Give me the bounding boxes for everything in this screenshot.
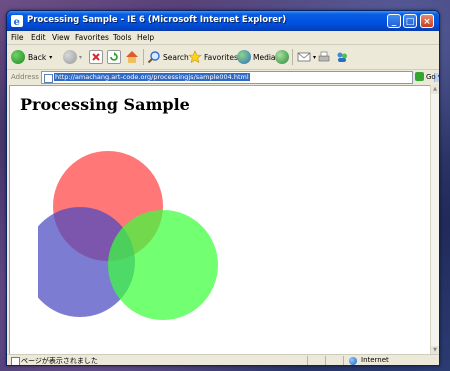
back-arrow-icon	[11, 50, 25, 64]
ie-icon: e	[11, 15, 23, 27]
vertical-scrollbar[interactable]: ▲ ▼	[430, 85, 439, 355]
title-bar[interactable]: e Processing Sample - IE 6 (Microsoft In…	[7, 11, 439, 31]
status-page-icon	[11, 357, 20, 365]
media-button[interactable]: Media	[237, 48, 276, 66]
menu-help[interactable]: Help	[137, 33, 154, 42]
menu-bar: File Edit View Favorites Tools Help	[7, 31, 439, 64]
star-icon	[188, 50, 202, 64]
favorites-button[interactable]: Favorites	[188, 48, 238, 66]
address-url[interactable]: http://amachang.art-code.org/processingj…	[54, 73, 250, 81]
go-button[interactable]: Go	[415, 72, 436, 81]
status-divider	[343, 356, 344, 365]
standard-toolbar: Back ▾ ▾ Search Favorites Media ▾	[7, 45, 439, 70]
back-button[interactable]: Back ▾	[11, 48, 52, 66]
browser-window: e Processing Sample - IE 6 (Microsoft In…	[6, 10, 440, 366]
forward-dropdown-icon[interactable]: ▾	[79, 54, 82, 61]
maximize-button[interactable]: □	[403, 14, 417, 28]
svg-text:e: e	[14, 17, 20, 27]
search-label: Search	[163, 52, 189, 62]
menu-edit[interactable]: Edit	[31, 33, 46, 42]
search-icon	[147, 51, 160, 64]
home-button[interactable]	[125, 48, 139, 66]
media-label: Media	[253, 52, 276, 62]
window-title: Processing Sample - IE 6 (Microsoft Inte…	[27, 15, 287, 25]
mail-button[interactable]: ▾	[297, 48, 316, 66]
close-button[interactable]: ×	[420, 14, 434, 28]
toolbar-separator	[292, 49, 293, 65]
forward-button[interactable]: ▾	[63, 48, 82, 66]
toolbar-separator	[143, 49, 144, 65]
refresh-button[interactable]	[107, 48, 121, 66]
status-divider	[325, 356, 326, 365]
printer-icon	[318, 51, 330, 62]
messenger-icon	[337, 52, 347, 62]
menu-view[interactable]: View	[52, 33, 70, 42]
home-icon	[126, 51, 138, 63]
zone-text: Internet	[361, 356, 389, 364]
history-button[interactable]	[275, 48, 289, 66]
address-bar: Address http://amachang.art-code.org/pro…	[7, 70, 439, 84]
address-label: Address	[11, 73, 39, 81]
forward-arrow-icon	[63, 50, 77, 64]
back-dropdown-icon[interactable]: ▾	[49, 54, 52, 61]
media-globe-icon	[237, 50, 251, 64]
stop-icon	[89, 50, 103, 64]
back-label: Back	[28, 52, 47, 62]
mail-dropdown-icon[interactable]: ▾	[313, 54, 316, 61]
page-content: Processing Sample	[9, 85, 431, 355]
search-button[interactable]: Search	[147, 48, 189, 66]
print-button[interactable]	[317, 48, 331, 66]
status-text: ページが表示されました	[21, 357, 98, 365]
go-arrow-icon	[415, 72, 424, 81]
page-heading: Processing Sample	[20, 95, 190, 114]
processing-canvas	[38, 151, 218, 320]
status-divider	[307, 356, 308, 365]
scroll-up-icon[interactable]: ▲	[431, 85, 439, 94]
messenger-button[interactable]	[335, 48, 349, 66]
page-icon	[44, 74, 53, 83]
refresh-icon	[107, 50, 121, 64]
status-bar: ページが表示されました Internet	[7, 354, 439, 365]
menu-favorites[interactable]: Favorites	[75, 33, 109, 42]
history-icon	[275, 50, 289, 64]
green-circle	[108, 210, 218, 320]
internet-zone-icon	[349, 357, 357, 365]
address-input[interactable]: http://amachang.art-code.org/processingj…	[41, 71, 439, 84]
stop-button[interactable]	[89, 48, 103, 66]
mail-icon	[297, 52, 311, 62]
minimize-button[interactable]: _	[387, 14, 401, 28]
menu-file[interactable]: File	[11, 33, 24, 42]
menu-tools[interactable]: Tools	[113, 33, 131, 42]
favorites-label: Favorites	[204, 52, 238, 62]
go-label: Go	[426, 72, 436, 81]
